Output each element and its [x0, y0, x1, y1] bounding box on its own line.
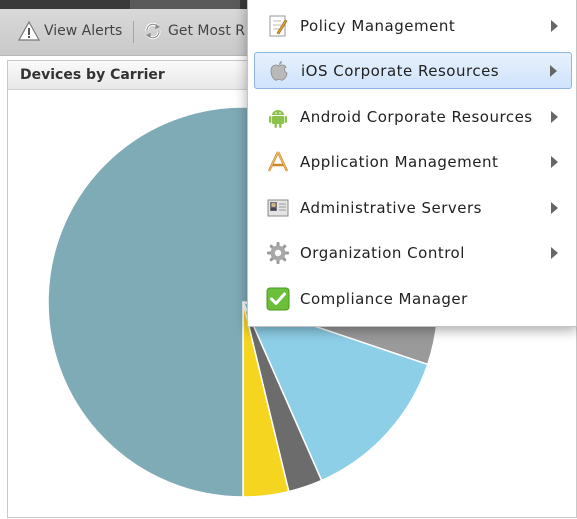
android-icon [266, 105, 290, 129]
menu-item-label: Compliance Manager [300, 289, 468, 308]
submenu-arrow-icon [551, 155, 558, 168]
apple-icon [267, 59, 291, 83]
menu-item-label: Administrative Servers [300, 198, 482, 217]
view-alerts-label: View Alerts [44, 23, 123, 39]
menu-item-ios-corporate-resources[interactable]: iOS Corporate Resources [254, 52, 572, 89]
document-pencil-icon [266, 14, 290, 38]
gear-icon [266, 241, 290, 265]
menu-item-label: Application Management [300, 152, 499, 171]
menu-item-compliance-manager[interactable]: Compliance Manager [254, 280, 572, 317]
submenu-arrow-icon [551, 246, 558, 259]
submenu-arrow-icon [551, 19, 558, 32]
app-store-icon [266, 150, 290, 174]
submenu-arrow-icon [550, 64, 557, 77]
dropdown-menu: Policy Management iOS Corporate Resources… [247, 0, 577, 327]
menu-item-label: Policy Management [300, 16, 456, 35]
menu-item-label: Android Corporate Resources [300, 107, 533, 126]
menu-item-application-management[interactable]: Application Management [254, 143, 572, 180]
toolbar-divider [133, 21, 134, 43]
get-most-label: Get Most R [168, 23, 246, 39]
refresh-icon [142, 20, 164, 42]
checkmark-icon [266, 287, 290, 311]
menu-item-android-corporate-resources[interactable]: Android Corporate Resources [254, 98, 572, 135]
get-most-button[interactable]: Get Most R [142, 19, 245, 43]
server-icon [266, 196, 290, 220]
submenu-arrow-icon [551, 201, 558, 214]
menu-item-label: Organization Control [300, 243, 465, 262]
menu-item-organization-control[interactable]: Organization Control [254, 234, 572, 271]
top-bar-active-tab [130, 0, 240, 9]
warning-icon [17, 20, 41, 42]
menu-item-administrative-servers[interactable]: Administrative Servers [254, 189, 572, 226]
submenu-arrow-icon [551, 110, 558, 123]
menu-item-label: iOS Corporate Resources [301, 61, 500, 80]
menu-item-policy-management[interactable]: Policy Management [254, 7, 572, 44]
view-alerts-button[interactable]: View Alerts [17, 19, 123, 43]
